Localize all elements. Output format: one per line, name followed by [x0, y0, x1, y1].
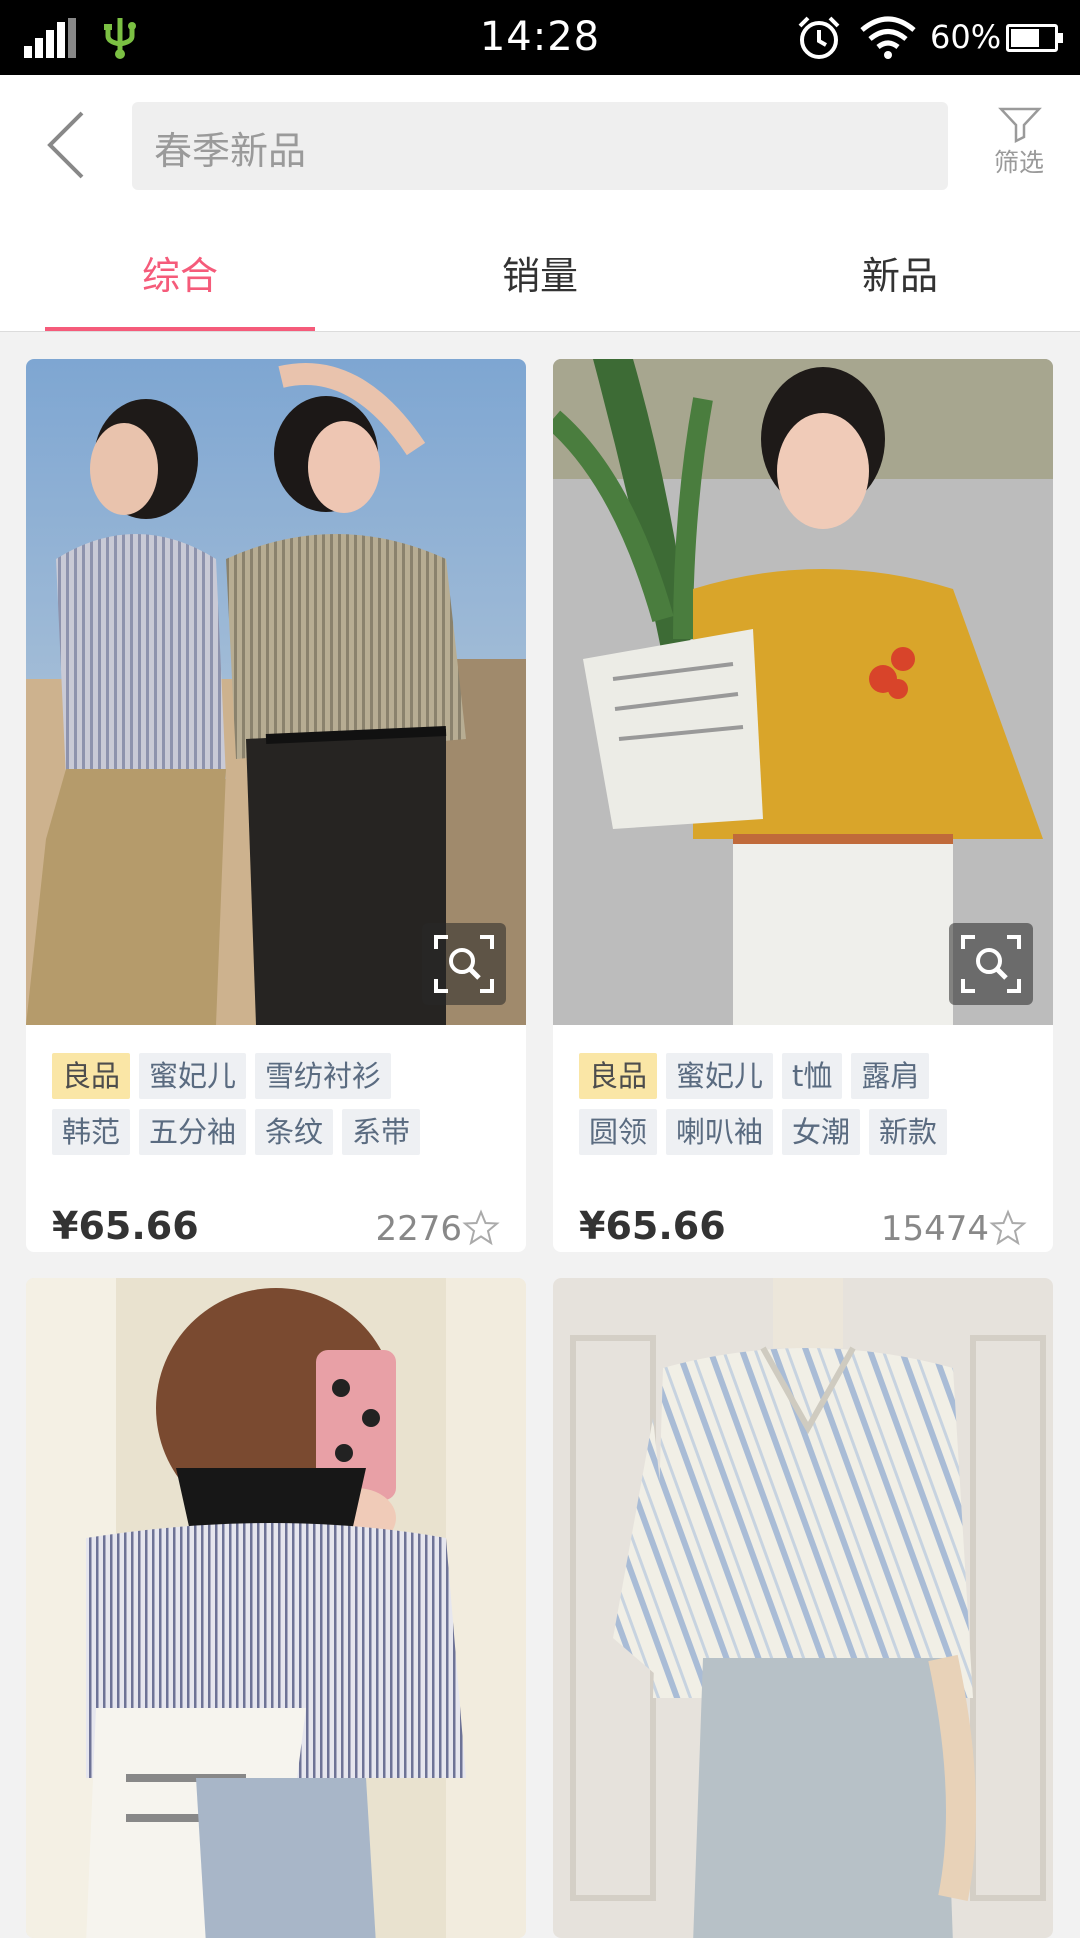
tag: 系带: [342, 1109, 421, 1155]
zoom-button[interactable]: [949, 923, 1033, 1005]
tag: t恤: [782, 1053, 843, 1099]
tag: 良品: [579, 1053, 658, 1099]
product-image[interactable]: [553, 1278, 1053, 1938]
filter-button[interactable]: 筛选: [984, 105, 1054, 185]
header-divider: [0, 331, 1080, 332]
filter-icon: [998, 107, 1042, 144]
tag: 女潮: [782, 1109, 861, 1155]
sort-tabs: 综合 销量 新品: [0, 220, 1080, 332]
status-bar: 14:28 60%: [0, 0, 1080, 75]
product-image[interactable]: [26, 359, 526, 1025]
tag: 喇叭袖: [666, 1109, 774, 1155]
zoom-icon: [434, 935, 494, 993]
search-placeholder: 春季新品: [154, 129, 307, 173]
sales-count: 15474: [880, 1209, 989, 1249]
status-time: 14:28: [479, 14, 601, 60]
tab-new[interactable]: 新品: [720, 220, 1080, 332]
product-price: ¥65.66: [52, 1204, 199, 1248]
product-tags: 良品 蜜妃儿 雪纺衬衫 韩范 五分袖 条纹 系带: [52, 1053, 512, 1165]
product-image[interactable]: [26, 1278, 526, 1938]
product-image[interactable]: [553, 359, 1053, 1025]
product-card[interactable]: 良品 蜜妃儿 雪纺衬衫 韩范 五分袖 条纹 系带 ¥65.66 2276: [26, 359, 526, 1252]
product-card[interactable]: [553, 1278, 1053, 1938]
tag: 新款: [869, 1109, 948, 1155]
tag: 蜜妃儿: [139, 1053, 247, 1099]
tag: 雪纺衬衫: [255, 1053, 392, 1099]
battery-percent: 60%: [930, 18, 1002, 56]
star-icon[interactable]: [989, 1209, 1027, 1247]
tab-comprehensive[interactable]: 综合: [0, 220, 360, 332]
tag: 韩范: [52, 1109, 131, 1155]
wifi-icon: [860, 16, 916, 59]
tag: 五分袖: [139, 1109, 247, 1155]
product-card[interactable]: [26, 1278, 526, 1938]
back-icon[interactable]: [36, 105, 96, 185]
alarm-icon: [798, 16, 840, 59]
product-card[interactable]: 良品 蜜妃儿 t恤 露肩 圆领 喇叭袖 女潮 新款 ¥65.66 15474: [553, 359, 1053, 1252]
tab-sales[interactable]: 销量: [360, 220, 720, 332]
product-tags: 良品 蜜妃儿 t恤 露肩 圆领 喇叭袖 女潮 新款: [579, 1053, 1039, 1165]
tag: 条纹: [255, 1109, 334, 1155]
zoom-button[interactable]: [422, 923, 506, 1005]
sales-count: 2276: [375, 1209, 462, 1249]
search-input[interactable]: 春季新品: [132, 102, 948, 190]
filter-label: 筛选: [993, 148, 1044, 177]
header: 春季新品 筛选 综合 销量 新品: [0, 75, 1080, 332]
tag: 露肩: [851, 1053, 930, 1099]
product-price: ¥65.66: [579, 1204, 726, 1248]
star-icon[interactable]: [462, 1209, 500, 1247]
zoom-icon: [961, 935, 1021, 993]
tag: 圆领: [579, 1109, 658, 1155]
tag: 蜜妃儿: [666, 1053, 774, 1099]
tag: 良品: [52, 1053, 131, 1099]
battery-icon: [1006, 24, 1063, 52]
